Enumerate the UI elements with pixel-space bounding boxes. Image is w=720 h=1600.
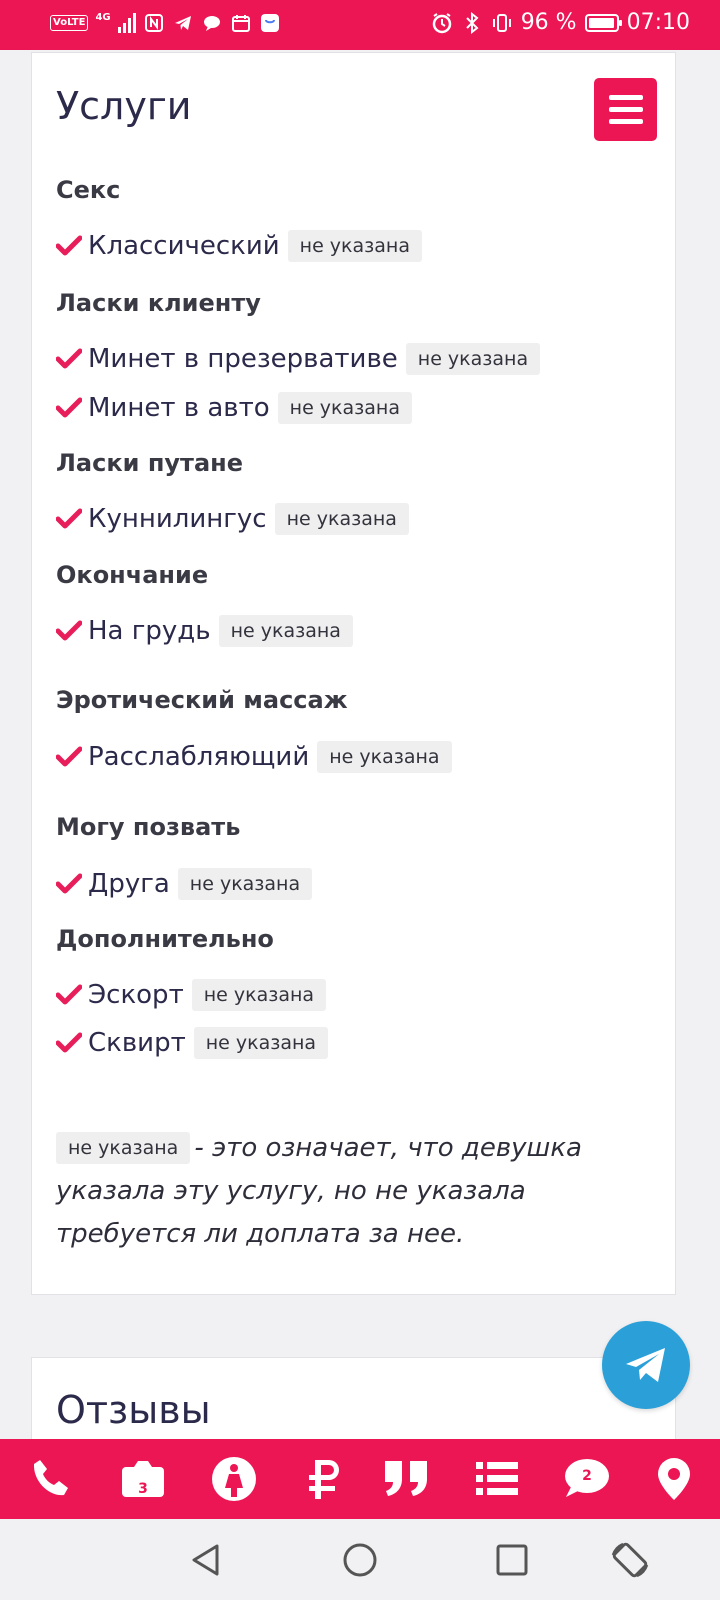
- clock: 07:10: [626, 10, 690, 35]
- menu-button[interactable]: [594, 78, 657, 141]
- nav-quotes[interactable]: [376, 1439, 436, 1519]
- back-button[interactable]: [183, 1537, 229, 1583]
- bluetooth-icon: [461, 11, 483, 34]
- check-icon: [56, 620, 82, 641]
- price-status-badge: не указана: [177, 868, 313, 900]
- hamburger-icon-bar: [608, 119, 643, 124]
- battery-percent: 96 %: [520, 10, 577, 35]
- calendar-icon: [230, 12, 252, 34]
- price-status-badge: не указана: [193, 1027, 329, 1059]
- service-category-title: Ласки путане: [56, 449, 244, 477]
- check-icon: [56, 746, 82, 767]
- recents-icon: [496, 1544, 528, 1576]
- back-icon: [192, 1544, 219, 1576]
- hamburger-icon-bar: [608, 107, 643, 112]
- check-icon: [56, 397, 82, 418]
- nav-list[interactable]: [467, 1439, 527, 1519]
- price-status-badge: не указана: [277, 392, 412, 424]
- service-label: Минет в авто: [88, 393, 270, 423]
- volte-badge: VoLTE: [50, 15, 89, 31]
- service-label: Куннилингус: [88, 504, 267, 534]
- store-icon: [259, 12, 281, 34]
- message-notification-icon: [201, 12, 223, 34]
- check-icon: [56, 984, 82, 1005]
- service-item: Минет в презервативе не указана: [56, 342, 541, 376]
- battery-fill: [588, 17, 614, 28]
- signal-icon: [117, 13, 136, 33]
- service-item: Классический не указана: [56, 229, 422, 263]
- check-icon: [56, 873, 82, 894]
- vibrate-icon: [491, 12, 513, 34]
- service-category-title: Окончание: [56, 561, 209, 589]
- person-icon: [212, 1457, 256, 1501]
- nfc-icon: [143, 12, 165, 34]
- nav-chat[interactable]: 2: [557, 1439, 617, 1519]
- service-category-title: Могу позвать: [56, 813, 241, 841]
- check-icon: [56, 235, 82, 256]
- nav-location[interactable]: [644, 1439, 704, 1519]
- quote-icon: [385, 1461, 427, 1496]
- service-label: Минет в презервативе: [88, 344, 398, 374]
- check-icon: [56, 1032, 82, 1053]
- recents-button[interactable]: [489, 1537, 535, 1583]
- price-status-badge: не указана: [287, 230, 422, 262]
- system-nav-bar: [0, 1519, 720, 1600]
- service-item: Куннилингус не указана: [56, 502, 409, 536]
- service-label: Сквирт: [88, 1028, 186, 1058]
- service-item: На грудь не указана: [56, 614, 353, 648]
- service-label: Друга: [88, 869, 170, 899]
- service-item: Расслабляющий не указана: [56, 740, 452, 774]
- home-button[interactable]: [337, 1537, 383, 1583]
- rotate-button[interactable]: [607, 1537, 653, 1583]
- status-bar-left: VoLTE 4G: [50, 12, 281, 34]
- hamburger-icon: [608, 95, 643, 100]
- service-category-title: Секс: [56, 176, 121, 204]
- price-status-badge: не указана: [191, 979, 327, 1011]
- service-item: Друга не указана: [56, 867, 313, 901]
- photos-count: 3: [138, 1481, 148, 1497]
- price-status-badge: не указана: [405, 343, 541, 375]
- service-category-title: Дополнительно: [56, 925, 274, 953]
- nav-profile[interactable]: [204, 1439, 264, 1519]
- battery-icon: [584, 13, 622, 32]
- telegram-icon: [626, 1348, 665, 1382]
- check-icon: [56, 348, 82, 369]
- service-label: Эскорт: [88, 980, 184, 1010]
- nav-photos[interactable]: 3: [113, 1439, 173, 1519]
- service-label: Расслабляющий: [88, 742, 310, 772]
- service-category-title: Эротический массаж: [56, 686, 348, 714]
- ruble-icon: [309, 1460, 339, 1499]
- list-icon: [476, 1462, 518, 1495]
- status-bar-right: 96 % 07:10: [431, 10, 690, 35]
- telegram-notification-icon: [172, 12, 194, 34]
- network-type: 4G: [95, 12, 111, 23]
- rotate-screen-icon: [611, 1542, 649, 1578]
- reviews-title: Отзывы: [56, 1388, 211, 1432]
- note-badge: не указана: [56, 1132, 191, 1164]
- phone-icon: [33, 1460, 68, 1496]
- service-item: Минет в авто не указана: [56, 391, 412, 425]
- bottom-nav: 3 2: [0, 1439, 720, 1519]
- service-category-title: Ласки клиенту: [56, 289, 261, 317]
- nav-prices[interactable]: [295, 1439, 355, 1519]
- service-label: На грудь: [88, 616, 211, 646]
- price-status-badge: не указана: [317, 741, 452, 773]
- service-item: Сквирт не указана: [56, 1026, 329, 1060]
- note: не указана - это означает, что девушка ук…: [56, 1127, 636, 1256]
- service-label: Классический: [88, 231, 280, 261]
- alarm-icon: [431, 12, 453, 34]
- check-icon: [56, 508, 82, 529]
- price-status-badge: не указана: [218, 615, 353, 647]
- home-icon: [343, 1543, 377, 1577]
- status-bar: VoLTE 4G 96 % 07:10: [0, 0, 720, 50]
- telegram-button[interactable]: [602, 1321, 690, 1409]
- price-status-badge: не указана: [274, 503, 409, 535]
- services-title: Услуги: [56, 84, 192, 128]
- location-icon: [658, 1458, 690, 1500]
- service-item: Эскорт не указана: [56, 978, 327, 1012]
- nav-phone[interactable]: [21, 1439, 81, 1519]
- chat-count: 2: [582, 1468, 592, 1484]
